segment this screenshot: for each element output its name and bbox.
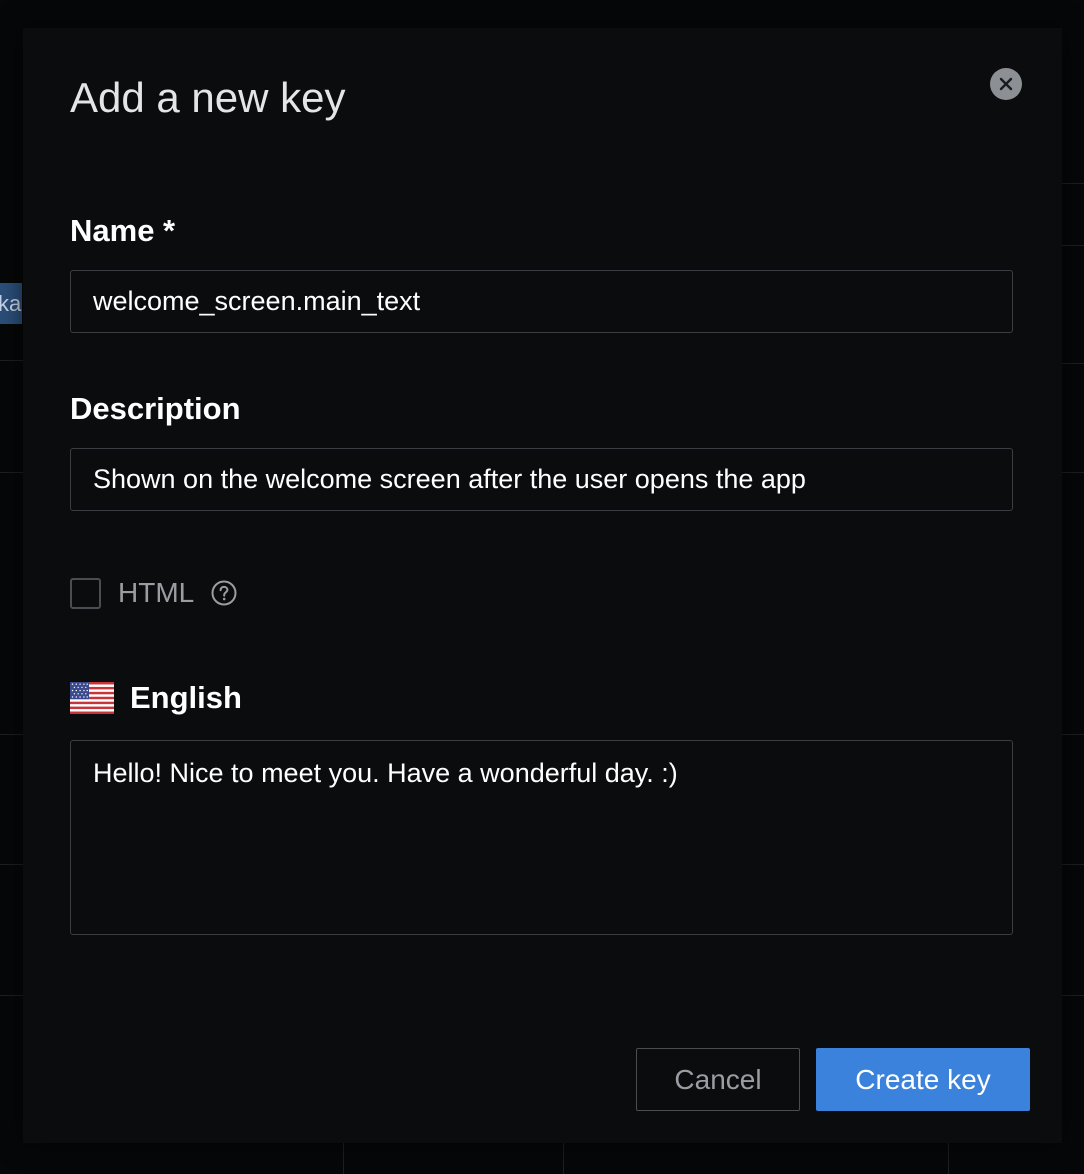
description-label: Description [70,391,241,426]
create-key-button[interactable]: Create key [816,1048,1030,1111]
background-divider [0,995,23,996]
html-checkbox-label[interactable]: HTML [118,577,194,609]
background-divider [1062,864,1084,865]
background-divider [0,864,23,865]
html-checkbox[interactable] [70,577,101,609]
background-divider [1062,734,1084,735]
close-icon [999,77,1013,91]
background-divider [0,472,23,473]
question-circle-icon[interactable] [211,580,237,606]
name-label: Name * [70,213,176,248]
dialog-title: Add a new key [70,74,346,121]
cancel-button[interactable]: Cancel [636,1048,800,1111]
background-divider [1062,245,1084,246]
language-label: English [130,680,242,715]
name-input[interactable]: welcome_screen.main_text [70,270,1013,333]
background-divider [1062,183,1084,184]
background-divider [1062,472,1084,473]
add-key-dialog: Add a new key Name * welcome_screen.main… [23,28,1062,1143]
background-divider [563,1143,564,1174]
background-divider [0,360,23,361]
translation-textarea[interactable]: Hello! Nice to meet you. Have a wonderfu… [70,740,1013,935]
background-divider [1062,995,1084,996]
html-option: HTML [70,576,237,610]
close-button[interactable] [990,68,1022,100]
background-divider [0,734,23,735]
background-chip: ka [0,283,22,324]
language-header: English [70,678,242,718]
background-divider [948,1143,949,1174]
us-flag-icon [70,682,114,714]
description-input[interactable]: Shown on the welcome screen after the us… [70,448,1013,511]
background-divider [1062,363,1084,364]
background-divider [343,1143,344,1174]
